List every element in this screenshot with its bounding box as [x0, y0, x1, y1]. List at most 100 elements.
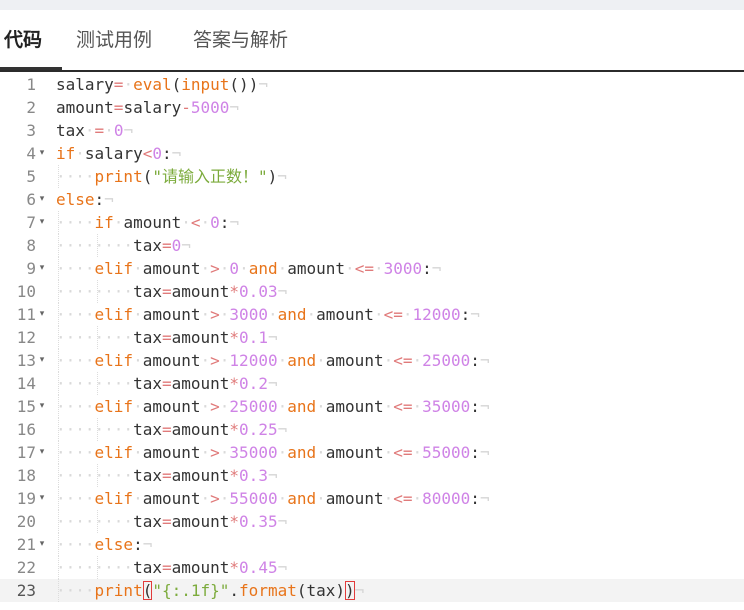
whitespace-marker: · — [200, 397, 211, 416]
operator-token: <= — [383, 305, 403, 324]
indent-whitespace-marker: ···· — [56, 466, 95, 485]
line-number: 11 — [16, 305, 36, 324]
operator-token: * — [229, 282, 240, 301]
code-line[interactable]: 2 amount=salary-5000¬ — [0, 96, 744, 119]
whitespace-marker: · — [412, 351, 423, 370]
code-line[interactable]: 5 ····print("请输入正数！")¬ — [0, 165, 744, 188]
line-number: 22 — [16, 558, 36, 577]
keyword-token: if — [94, 213, 114, 232]
whitespace-marker: · — [277, 489, 288, 508]
code-line[interactable]: 16 ········tax=amount*0.25¬ — [0, 418, 744, 441]
fold-toggle-icon[interactable]: ▾ — [37, 303, 47, 326]
code-editor[interactable]: 1 salary=·eval(input())¬ 2 amount=salary-50… — [0, 72, 744, 610]
end-of-line-marker: ¬ — [277, 420, 288, 439]
number-token: 0.2 — [239, 374, 268, 393]
whitespace-marker: · — [200, 305, 211, 324]
tab-answer-analysis[interactable]: 答案与解析 — [193, 25, 288, 55]
identifier-token: amount — [142, 489, 201, 508]
whitespace-marker: · — [219, 351, 230, 370]
punctuation-token: : — [422, 259, 432, 278]
code-line[interactable]: 7 ▾ ····if·amount·<·0:¬ — [0, 211, 744, 234]
end-of-line-marker: ¬ — [229, 98, 240, 117]
line-number: 12 — [16, 328, 36, 347]
number-token: 0 — [152, 144, 162, 163]
fold-toggle-icon[interactable]: ▾ — [37, 533, 47, 556]
operator-token: > — [210, 443, 220, 462]
top-strip — [0, 0, 744, 10]
keyword-token: and — [287, 443, 317, 462]
code-line[interactable]: 21 ▾ ····else:¬ — [0, 533, 744, 556]
end-of-line-marker: ¬ — [431, 259, 442, 278]
code-line[interactable]: 1 salary=·eval(input())¬ — [0, 73, 744, 96]
identifier-token: amount — [56, 98, 114, 117]
indent-whitespace-marker: ···· — [56, 213, 95, 232]
code-line[interactable]: 18 ········tax=amount*0.3¬ — [0, 464, 744, 487]
whitespace-marker: · — [277, 397, 288, 416]
tab-code[interactable]: 代码 — [4, 25, 42, 55]
end-of-line-marker: ¬ — [229, 213, 240, 232]
number-token: 3000 — [229, 305, 268, 324]
code-line[interactable]: 19 ▾ ····elif·amount·>·55000·and·amount·<=… — [0, 487, 744, 510]
code-line[interactable]: 4 ▾ if·salary<0:¬ — [0, 142, 744, 165]
code-line[interactable]: 10 ········tax=amount*0.03¬ — [0, 280, 744, 303]
code-line[interactable]: 15 ▾ ····elif·amount·>·25000·and·amount·<=… — [0, 395, 744, 418]
whitespace-marker: · — [219, 397, 230, 416]
indent-whitespace-marker: ···· — [56, 535, 95, 554]
identifier-token: tax — [133, 512, 162, 531]
identifier-token: amount — [325, 351, 384, 370]
whitespace-marker: · — [133, 351, 143, 370]
indent-whitespace-marker: ···· — [56, 374, 95, 393]
code-line[interactable]: 22 ········tax=amount*0.45¬ — [0, 556, 744, 579]
fold-toggle-icon[interactable]: ▾ — [37, 211, 47, 234]
code-line[interactable]: 3 tax·=·0¬ — [0, 119, 744, 142]
code-text: salary=·eval(input())¬ — [56, 73, 268, 96]
code-line[interactable]: 23 ····print("{:.1f}".format(tax))¬ — [0, 579, 744, 602]
end-of-line-marker: ¬ — [171, 144, 182, 163]
fold-toggle-icon[interactable]: ▾ — [37, 487, 47, 510]
indent-whitespace-marker: ···· — [56, 443, 95, 462]
code-line[interactable]: 14 ········tax=amount*0.2¬ — [0, 372, 744, 395]
fold-toggle-icon[interactable]: ▾ — [37, 142, 47, 165]
keyword-token: if — [56, 144, 76, 163]
code-text: tax·=·0¬ — [56, 119, 133, 142]
code-line[interactable]: 13 ▾ ····elif·amount·>·12000·and·amount·<=… — [0, 349, 744, 372]
identifier-token: salary — [123, 98, 182, 117]
identifier-token: amount — [142, 259, 201, 278]
code-line[interactable]: 12 ········tax=amount*0.1¬ — [0, 326, 744, 349]
code-area[interactable]: 1 salary=·eval(input())¬ 2 amount=salary-50… — [0, 72, 744, 610]
whitespace-marker: · — [200, 213, 211, 232]
operator-token: <= — [354, 259, 374, 278]
code-text: ····elif·amount·>·12000·and·amount·<=·25… — [56, 349, 490, 372]
fold-toggle-icon[interactable]: ▾ — [37, 441, 47, 464]
line-number: 16 — [16, 420, 36, 439]
code-text: ····if·amount·<·0:¬ — [56, 211, 239, 234]
code-line[interactable]: 17 ▾ ····elif·amount·>·35000·and·amount·<=… — [0, 441, 744, 464]
code-line[interactable]: 11 ▾ ····elif·amount·>·3000·and·amount·<=·… — [0, 303, 744, 326]
number-token: 0.25 — [239, 420, 278, 439]
code-line[interactable]: 9 ▾ ····elif·amount·>·0·and·amount·<=·3000… — [0, 257, 744, 280]
fold-toggle-icon[interactable]: ▾ — [37, 257, 47, 280]
whitespace-marker: · — [133, 305, 143, 324]
whitespace-marker: · — [412, 397, 423, 416]
code-text: else:¬ — [56, 188, 114, 211]
fold-toggle-icon[interactable]: ▾ — [37, 395, 47, 418]
whitespace-marker: · — [383, 351, 394, 370]
fold-toggle-icon[interactable]: ▾ — [37, 349, 47, 372]
code-line[interactable]: 8 ········tax=0¬ — [0, 234, 744, 257]
keyword-token: elif — [94, 443, 134, 462]
code-line[interactable]: 20 ········tax=amount*0.35¬ — [0, 510, 744, 533]
end-of-line-marker: ¬ — [354, 581, 365, 600]
operator-token: > — [210, 351, 220, 370]
tab-test-cases[interactable]: 测试用例 — [76, 25, 152, 55]
keyword-token: and — [287, 397, 317, 416]
whitespace-marker: · — [383, 443, 394, 462]
fold-toggle-icon[interactable]: ▾ — [37, 188, 47, 211]
code-line[interactable]: 6 ▾ else:¬ — [0, 188, 744, 211]
identifier-token: salary — [84, 144, 143, 163]
tab-bar: 代码 测试用例 答案与解析 — [0, 10, 744, 70]
line-number: 7 — [26, 213, 36, 232]
code-text: ····print("{:.1f}".format(tax))¬ — [56, 579, 364, 602]
line-number: 4 — [26, 144, 36, 163]
whitespace-marker: · — [373, 305, 384, 324]
end-of-line-marker: ¬ — [277, 167, 287, 186]
